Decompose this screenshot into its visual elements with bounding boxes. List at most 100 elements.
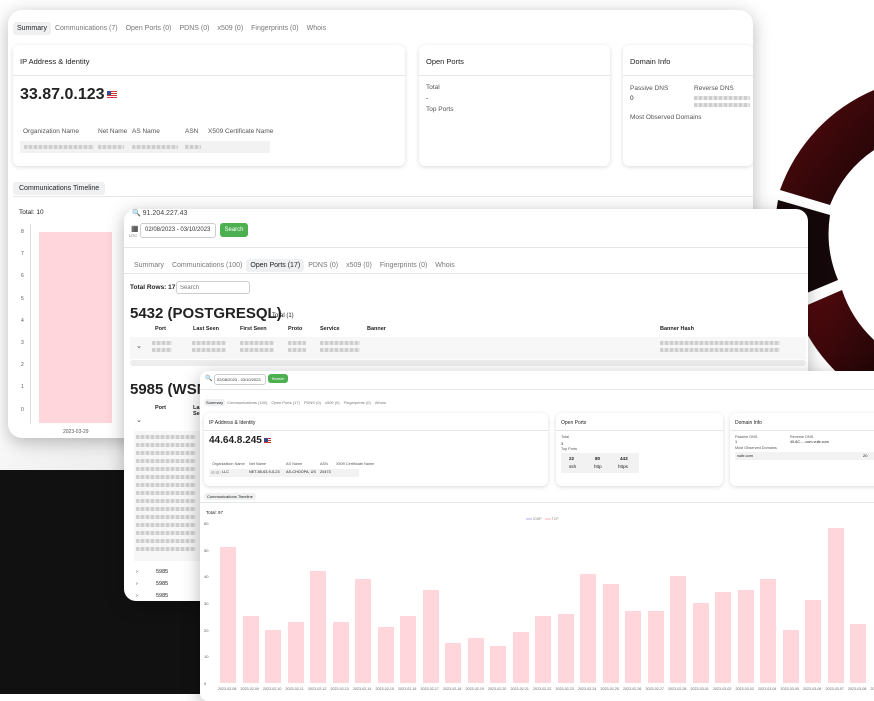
most-observed-label: Most Observed Domains (630, 114, 702, 121)
y-tick: 5 (21, 296, 24, 302)
ip-identity-card: IP Address & Identity 33.87.0.123 Organi… (13, 45, 405, 166)
col-asn: ASN (185, 128, 198, 135)
card-title: Domain Info (735, 420, 762, 426)
y-tick: 2 (21, 362, 24, 368)
tab-communications-timeline[interactable]: Communications Timeline (13, 182, 105, 195)
chevron-right-icon[interactable]: › (136, 581, 138, 587)
tab-x509[interactable]: x509 (0) (323, 399, 342, 406)
port-number: 22 (569, 456, 574, 461)
total-label: Total (561, 435, 569, 439)
tab-fingerprints[interactable]: Fingerprints (0) (342, 399, 373, 406)
tab-communications[interactable]: Communications (100) (225, 399, 269, 406)
y-tick: 3 (21, 340, 24, 346)
x-tick: 2023-02-08 (218, 687, 236, 691)
tab-whois[interactable]: Whois (431, 259, 458, 272)
us-flag-icon (264, 438, 271, 443)
timeline-bar (783, 630, 799, 683)
table-row[interactable]: › 5985 (136, 581, 206, 591)
tab-open-ports[interactable]: Open Ports (17) (269, 399, 301, 406)
search-icon: 🔍 (132, 210, 141, 217)
tab-fingerprints[interactable]: Fingerprints (0) (247, 22, 302, 35)
table-row[interactable]: ⌄ (130, 337, 806, 359)
date-range-input[interactable]: 02/08/2023 - 03/10/2023 (214, 374, 266, 385)
card-title: Domain Info (630, 57, 670, 66)
x-tick: 2023-02-27 (646, 687, 664, 691)
tab-summary[interactable]: Summary (130, 259, 168, 272)
top-ports-label: Top Ports (426, 106, 453, 113)
timeline-total: Total: 97 (206, 510, 223, 515)
tab-x509[interactable]: x509 (0) (342, 259, 376, 272)
timeline-bar (39, 232, 112, 423)
chevron-down-icon[interactable]: ⌄ (136, 342, 142, 350)
as-value: AS-CHOOPA, US (286, 470, 316, 474)
y-tick: 50 (204, 548, 208, 553)
chevron-down-icon[interactable]: ⌄ (136, 416, 142, 424)
timeline-bar (355, 579, 371, 683)
x-tick: 2023-02-24 (578, 687, 596, 691)
port-name: https (618, 464, 628, 469)
y-tick: 7 (21, 251, 24, 257)
tab-pdns[interactable]: PDNS (0) (302, 399, 323, 406)
domain-name: vultr.com (737, 453, 753, 458)
reverse-dns-label: Reverse DNS (790, 435, 813, 439)
tab-fingerprints[interactable]: Fingerprints (0) (376, 259, 431, 272)
domain-info-card: Domain Info Passive DNS 0 Reverse DNS Mo… (623, 45, 753, 166)
tab-open-ports[interactable]: Open Ports (17) (246, 259, 304, 272)
col-proto: Proto (288, 326, 302, 332)
tab-pdns[interactable]: PDNS (0) (304, 259, 342, 272)
passive-dns-value: 1 (735, 440, 737, 444)
tab-summary[interactable]: Summary (13, 22, 51, 35)
y-tick: 20 (204, 628, 208, 633)
timeline-bar (288, 622, 304, 683)
us-flag-icon (107, 91, 117, 98)
reverse-dns-label: Reverse DNS (694, 85, 734, 92)
x-tick: 2023-02-26 (623, 687, 641, 691)
x-tick: 2023-03-29 (63, 429, 89, 435)
horizontal-scrollbar[interactable] (130, 360, 806, 366)
passive-dns-value: 0 (630, 95, 634, 102)
tab-x509[interactable]: x509 (0) (213, 22, 247, 35)
section-total: Total (1) (272, 313, 294, 319)
tab-summary[interactable]: Summary (204, 399, 225, 406)
chevron-right-icon[interactable]: › (136, 569, 138, 575)
date-range-input[interactable]: 02/08/2023 - 03/10/2023 (140, 223, 216, 238)
tab-pdns[interactable]: PDNS (0) (176, 22, 214, 35)
timeline-bar (715, 592, 731, 683)
chevron-right-icon[interactable]: › (136, 593, 138, 599)
timeline-bar (310, 571, 326, 683)
top-ports-list: 22 ssh 80 http 443 https (561, 453, 639, 473)
x-tick: 2023-02-10 (263, 687, 281, 691)
timeline-bar (243, 616, 259, 683)
timeline-bar (490, 646, 506, 683)
tab-communications[interactable]: Communications (100) (168, 259, 246, 272)
tab-communications[interactable]: Communications (7) (51, 22, 122, 35)
y-tick: 1 (21, 384, 24, 390)
open-ports-card: Open Ports Total - Top Ports (419, 45, 610, 166)
table-search-input[interactable] (176, 281, 250, 294)
window-ip-summary-2: 🔍 02/08/2023 - 03/10/2023 Search Summary… (200, 371, 874, 701)
table-row[interactable]: › 5985 (136, 593, 206, 601)
table-row[interactable]: › 5985 (136, 569, 206, 579)
port-name: http (594, 464, 602, 469)
x-tick: 2023-02-14 (353, 687, 371, 691)
search-query: 🔍 91.204.227.43 (132, 209, 187, 217)
tab-whois[interactable]: Whois (303, 22, 330, 35)
tab-communications-timeline[interactable]: Communications Timeline (204, 493, 256, 500)
tab-open-ports[interactable]: Open Ports (0) (122, 22, 176, 35)
section-title-wsman: 5985 (WSM (130, 381, 209, 398)
timeline-total: Total: 10 (19, 209, 44, 216)
search-button[interactable]: Search (268, 374, 288, 383)
ip-identity-card: IP Address & Identity 44.64.8.245 Organi… (204, 413, 548, 486)
x-tick: 2023-03-06 (803, 687, 821, 691)
x-tick: 2023-02-09 (241, 687, 259, 691)
x-tick: 2023-02-28 (668, 687, 686, 691)
x-tick: 2023-02-12 (308, 687, 326, 691)
timeline-bar (693, 603, 709, 683)
search-button[interactable]: Search (220, 223, 248, 237)
domain-row: vultr.com 20 (735, 452, 874, 460)
timeline-bar (333, 622, 349, 683)
x-tick: 2023-03-08 (848, 687, 866, 691)
x-tick: 2023-03-07 (826, 687, 844, 691)
col-banner: Banner (367, 326, 386, 332)
tab-whois[interactable]: Whois (373, 399, 388, 406)
